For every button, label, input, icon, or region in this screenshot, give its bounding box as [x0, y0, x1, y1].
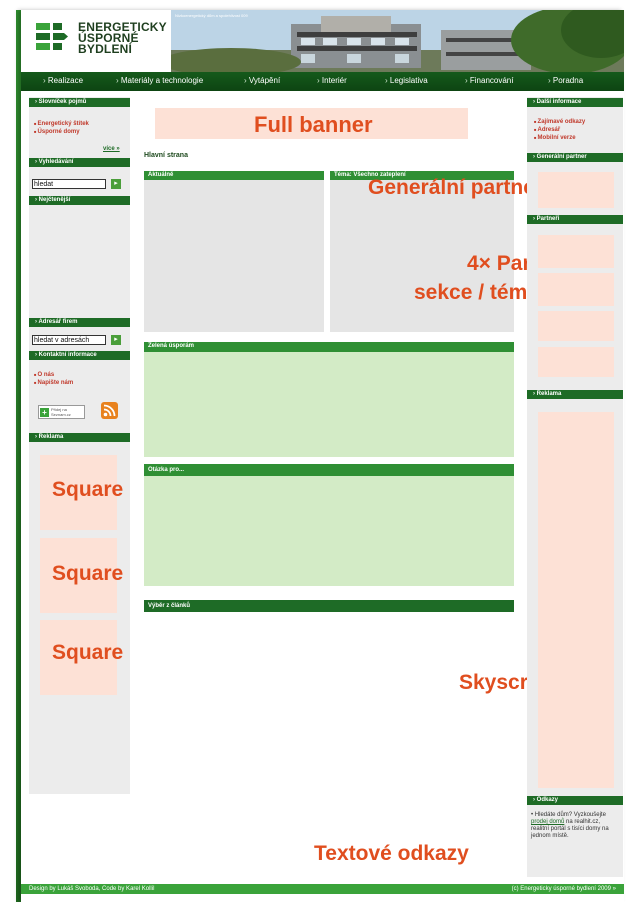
- dalsi-informace-header: Další informace: [527, 98, 623, 107]
- arrow-right-icon: ▸: [114, 180, 118, 187]
- nav-item-vytapeni[interactable]: Vytápění: [244, 76, 280, 85]
- seznam-label: Přidej na Seznam.cz: [51, 407, 71, 417]
- slovnicek-header: Slovníček pojmů: [29, 98, 130, 107]
- partner-ad-2[interactable]: [538, 273, 614, 306]
- logo-line-3: BYDLENÍ: [78, 42, 133, 56]
- adresar-header: Adresář firem: [29, 318, 130, 327]
- link-energeticky-stitek[interactable]: Energetický štítek: [34, 121, 89, 127]
- logo-text: ENERGETICKY ÚSPORNÉ BYDLENÍ: [78, 21, 167, 56]
- nav-item-realizace[interactable]: Realizace: [43, 76, 83, 85]
- partneri-header: Partneři: [527, 215, 623, 224]
- footer-credits: Design by Lukáš Svoboda, Code by Karel K…: [29, 886, 155, 892]
- arrow-right-icon: ▸: [114, 336, 118, 343]
- aktualne-box: [144, 180, 324, 332]
- square-label-3: Square: [52, 641, 124, 664]
- vyhledavani-header: Vyhledávání: [29, 158, 130, 167]
- plus-icon: +: [40, 408, 49, 417]
- general-partner-ad[interactable]: [538, 172, 614, 208]
- logo-icon: [36, 23, 68, 51]
- hero-building-illustration: [171, 10, 624, 72]
- link-napiste-nam[interactable]: Napište nám: [34, 380, 74, 386]
- otazka-header: Otázka pro...: [144, 464, 514, 476]
- skyscraper-ad[interactable]: [538, 412, 614, 788]
- otazka-box: [144, 476, 514, 586]
- link-zajimave-odkazy[interactable]: Zajímavé odkazy: [534, 119, 586, 125]
- square-label-1: Square: [52, 478, 124, 501]
- kontakt-header: Kontaktní informace: [29, 351, 130, 360]
- footer: Design by Lukáš Svoboda, Code by Karel K…: [21, 884, 624, 894]
- search-go-button[interactable]: ▸: [111, 179, 121, 189]
- adresar-search-input[interactable]: hledat v adresách: [32, 335, 106, 345]
- odkazy-text: • Hledáte dům? Vyzkoušejte prodej domů n…: [531, 812, 617, 840]
- odkazy-header: Odkazy: [527, 796, 623, 805]
- nav-item-legislativa[interactable]: Legislativa: [385, 76, 428, 85]
- footer-copyright[interactable]: (c) Energeticky úsporné bydlení 2009 »: [512, 884, 616, 894]
- adresar-go-button[interactable]: ▸: [111, 335, 121, 345]
- full-banner-label: Full banner: [254, 112, 373, 137]
- nav-item-financovani[interactable]: Financování: [465, 76, 514, 85]
- general-partner-label: Generální partner: [368, 176, 544, 199]
- search-input[interactable]: hledat: [32, 179, 106, 189]
- prodej-domu-link[interactable]: prodej domů: [531, 819, 564, 825]
- rss-icon[interactable]: [101, 402, 118, 419]
- page-title: Hlavní strana: [144, 152, 188, 159]
- link-adresar[interactable]: Adresář: [534, 127, 561, 133]
- vice-link[interactable]: více »: [103, 146, 120, 152]
- hero-tagline: Nízkoenergetický dům a spolehlivost 009: [175, 13, 248, 18]
- reklama-right-header: Reklama: [527, 390, 623, 399]
- nav-item-poradna[interactable]: Poradna: [548, 76, 583, 85]
- nav-item-interier[interactable]: Interiér: [317, 76, 347, 85]
- link-mobilni-verze[interactable]: Mobilní verze: [534, 135, 576, 141]
- zelena-box: [144, 352, 514, 457]
- generalni-partner-header: Generální partner: [527, 153, 623, 162]
- aktualne-header: Aktuálně: [144, 171, 324, 180]
- link-usporne-domy[interactable]: Úsporné domy: [34, 129, 80, 135]
- reklama-left-header: Reklama: [29, 433, 130, 442]
- partner-ad-1[interactable]: [538, 235, 614, 268]
- zelena-header: Zelená úsporám: [144, 342, 514, 352]
- nav-item-materialy[interactable]: Materiály a technologie: [116, 76, 203, 85]
- partner-ad-4[interactable]: [538, 347, 614, 377]
- header-hero-image: Nízkoenergetický dům a spolehlivost 009: [171, 10, 624, 72]
- odkazy-text-a: Hledáte dům? Vyzkoušejte: [534, 812, 606, 818]
- link-o-nas[interactable]: O nás: [34, 372, 55, 378]
- partner-ad-3[interactable]: [538, 311, 614, 341]
- nejctenejsi-header: Nejčtenější: [29, 196, 130, 205]
- vyber-header: Výběr z článků: [144, 600, 514, 612]
- square-label-2: Square: [52, 562, 124, 585]
- seznam-button[interactable]: + Přidej na Seznam.cz: [38, 405, 85, 419]
- textove-odkazy-label: Textové odkazy: [314, 842, 469, 865]
- main-navigation: Realizace Materiály a technologie Vytápě…: [21, 72, 624, 91]
